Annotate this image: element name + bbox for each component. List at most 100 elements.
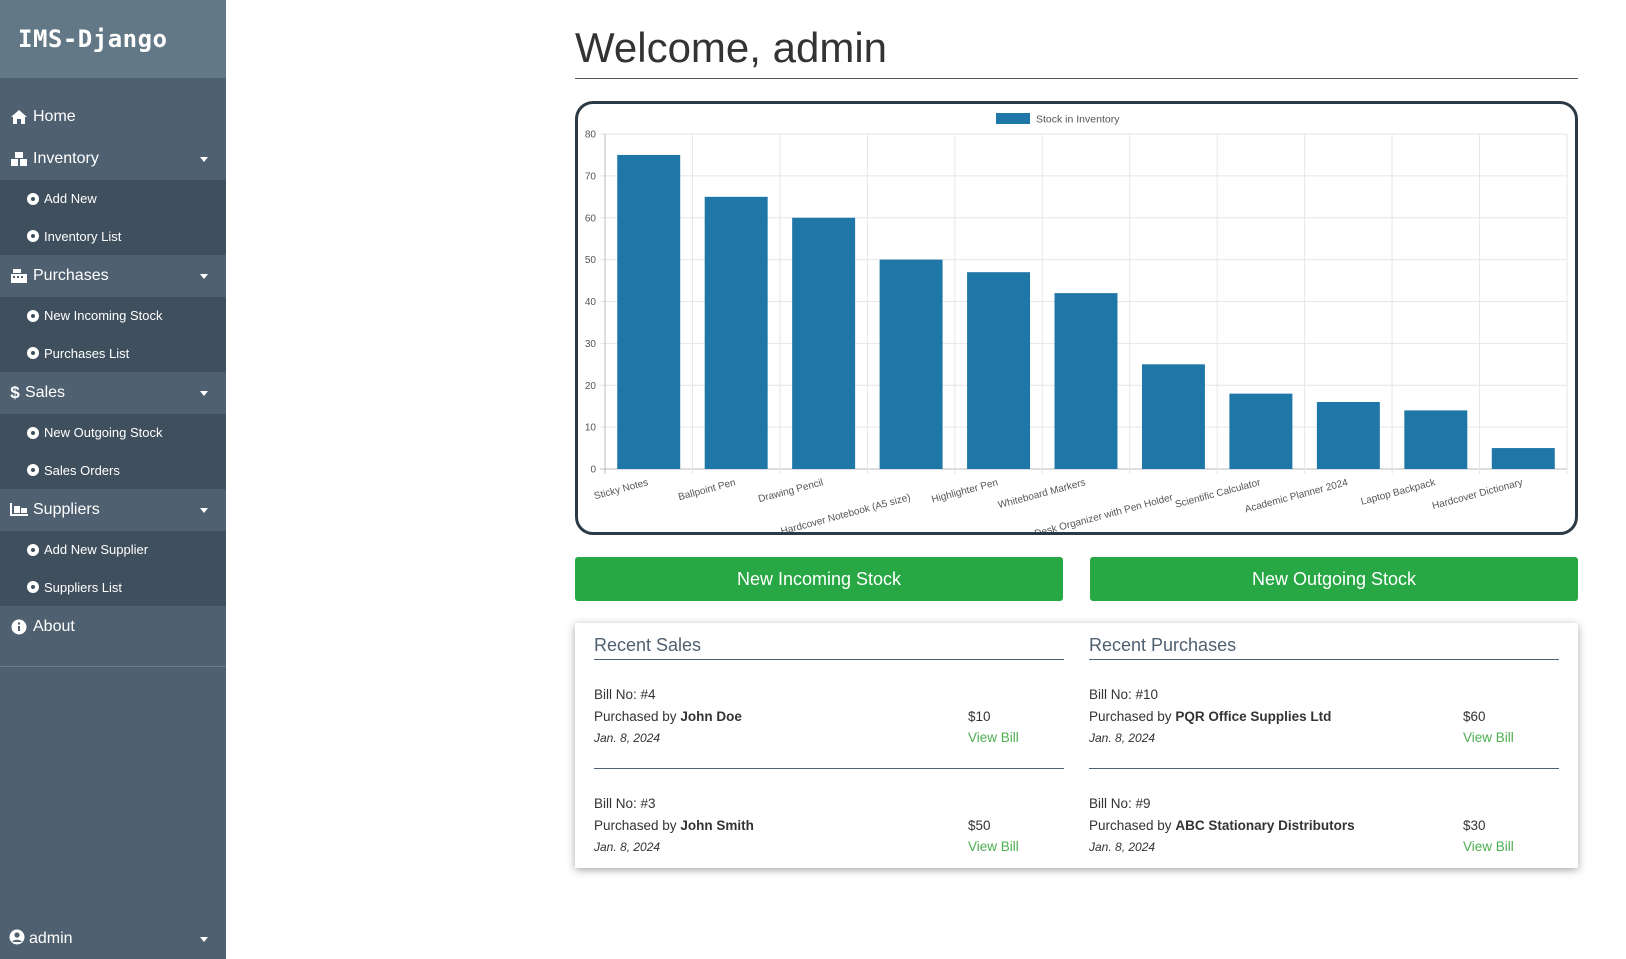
subitem-label: Add New Supplier	[44, 542, 149, 558]
chart-bar	[617, 154, 681, 469]
y-tick-label: 40	[585, 297, 597, 308]
chart-bar	[879, 259, 943, 469]
bill-amount: $60	[1463, 709, 1486, 724]
user-menu[interactable]: admin	[0, 919, 226, 959]
sidebar-subitem-add-new[interactable]: Add New	[0, 180, 226, 218]
circle-icon	[27, 309, 39, 322]
bill-amount: $50	[968, 818, 991, 833]
legend-swatch	[996, 113, 1030, 124]
x-tick-label: Ballpoint Pen	[677, 477, 737, 503]
main-content: Welcome, admin 0 10 20 30 40 50 60 70 80 Sticky N…	[575, 0, 1578, 868]
view-bill-link[interactable]: View Bill	[1463, 728, 1514, 748]
circle-icon	[27, 347, 39, 360]
bill-number: Bill No: #4	[594, 687, 656, 702]
sidebar-subitem-sales-orders[interactable]: Sales Orders	[0, 452, 226, 490]
purchaser-name: John Doe	[680, 709, 742, 724]
x-tick-label: Highlighter Pen	[930, 477, 999, 505]
inventory-submenu: Add New Inventory List	[0, 180, 226, 255]
new-outgoing-stock-button[interactable]: New Outgoing Stock	[1090, 557, 1578, 601]
chart-bar	[704, 196, 768, 469]
action-buttons: New Incoming Stock New Outgoing Stock	[575, 557, 1578, 601]
stock-chart: 0 10 20 30 40 50 60 70 80 Sticky Notes Ballpoint P…	[575, 101, 1578, 535]
chart-bar	[1141, 364, 1205, 469]
subitem-label: New Outgoing Stock	[44, 425, 163, 441]
y-tick-label: 20	[585, 381, 597, 392]
subitem-label: Sales Orders	[44, 462, 120, 478]
purchaser-line: Purchased by John Doe	[594, 706, 1064, 728]
sidebar-item-label: Home	[33, 108, 76, 125]
purchaser-line: Purchased by PQR Office Supplies Ltd	[1089, 706, 1559, 728]
chart-bar	[1316, 402, 1380, 469]
purchaser-line: Purchased by ABC Stationary Distributors	[1089, 815, 1559, 837]
x-tick-label: Sticky Notes	[593, 477, 650, 502]
circle-icon	[27, 464, 39, 477]
boxes-icon	[9, 150, 29, 168]
purchaser-prefix: Purchased by	[594, 818, 677, 833]
sidebar-item-label: Inventory	[33, 150, 99, 167]
purchaser-prefix: Purchased by	[1089, 818, 1172, 833]
sidebar-subitem-suppliers-list[interactable]: Suppliers List	[0, 569, 226, 607]
sidebar-nav: Home Inventory Add New Inventory List Pu…	[0, 96, 226, 667]
y-tick-label: 80	[585, 130, 597, 141]
sidebar-item-inventory[interactable]: Inventory	[0, 138, 226, 180]
sidebar: IMS-Django Home Inventory Add New Invent…	[0, 0, 226, 959]
legend-label: Stock in Inventory	[1036, 114, 1120, 126]
purchaser-name: PQR Office Supplies Ltd	[1175, 709, 1332, 724]
subitem-label: Purchases List	[44, 345, 130, 361]
list-item: Bill No: #9 Purchased by ABC Stationary …	[1089, 769, 1559, 878]
sidebar-item-suppliers[interactable]: Suppliers	[0, 489, 226, 531]
sidebar-item-home[interactable]: Home	[0, 96, 226, 138]
sidebar-subitem-new-outgoing-stock[interactable]: New Outgoing Stock	[0, 414, 226, 452]
sidebar-item-label: About	[33, 618, 75, 635]
subitem-label: Suppliers List	[44, 579, 123, 595]
x-tick-label: Hardcover Dictionary	[1431, 477, 1524, 512]
sidebar-item-label: Sales	[25, 384, 66, 401]
view-bill-link[interactable]: View Bill	[968, 728, 1019, 748]
info-icon	[9, 618, 29, 636]
subitem-label: Inventory List	[44, 228, 122, 244]
circle-icon	[27, 230, 39, 243]
view-bill-link[interactable]: View Bill	[968, 837, 1019, 857]
recent-purchases: Recent Purchases Bill No: #10 Purchased …	[1089, 623, 1559, 868]
chart-bar	[1404, 410, 1468, 469]
x-tick-label: Drawing Pencil	[757, 477, 824, 505]
subitem-label: New Incoming Stock	[44, 308, 163, 324]
home-icon	[9, 108, 29, 126]
brand-logo[interactable]: IMS-Django	[0, 0, 226, 78]
x-tick-label: Hardcover Notebook (A5 size)	[780, 492, 912, 532]
sidebar-subitem-inventory-list[interactable]: Inventory List	[0, 218, 226, 256]
circle-icon	[27, 543, 39, 556]
dolly-icon	[9, 501, 29, 519]
purchaser-name: John Smith	[680, 818, 754, 833]
x-tick-label: Laptop Backpack	[1360, 477, 1438, 508]
sidebar-item-about[interactable]: About	[0, 606, 226, 648]
sidebar-subitem-purchases-list[interactable]: Purchases List	[0, 335, 226, 373]
chart-bar	[1229, 393, 1293, 469]
recent-sales: Recent Sales Bill No: #4 Purchased by Jo…	[594, 623, 1064, 868]
user-name: admin	[29, 930, 73, 947]
list-item: Bill No: #3 Purchased by John Smith Jan.…	[594, 769, 1064, 878]
new-incoming-stock-button[interactable]: New Incoming Stock	[575, 557, 1063, 601]
sidebar-item-label: Suppliers	[33, 501, 100, 518]
chart-bar	[1491, 448, 1555, 469]
sidebar-divider	[0, 666, 226, 667]
x-tick-label: Desk Organizer with Pen Holder	[1033, 492, 1174, 532]
chevron-down-icon	[200, 156, 208, 162]
recent-panel: Recent Sales Bill No: #4 Purchased by Jo…	[575, 623, 1578, 868]
sidebar-item-sales[interactable]: $ Sales	[0, 372, 226, 414]
suppliers-submenu: Add New Supplier Suppliers List	[0, 531, 226, 606]
sidebar-subitem-new-incoming-stock[interactable]: New Incoming Stock	[0, 297, 226, 335]
list-item: Bill No: #10 Purchased by PQR Office Sup…	[1089, 660, 1559, 769]
chevron-down-icon	[200, 390, 208, 396]
chevron-down-icon	[200, 936, 208, 942]
dollar-icon: $	[10, 383, 20, 402]
bill-number: Bill No: #10	[1089, 687, 1159, 702]
cash-register-icon	[9, 267, 29, 285]
circle-icon	[27, 192, 39, 205]
sidebar-item-purchases[interactable]: Purchases	[0, 255, 226, 297]
bill-number: Bill No: #3	[594, 796, 656, 811]
view-bill-link[interactable]: View Bill	[1463, 837, 1514, 857]
bill-number: Bill No: #9	[1089, 796, 1151, 811]
sidebar-subitem-add-new-supplier[interactable]: Add New Supplier	[0, 531, 226, 569]
y-tick-label: 50	[585, 255, 597, 266]
